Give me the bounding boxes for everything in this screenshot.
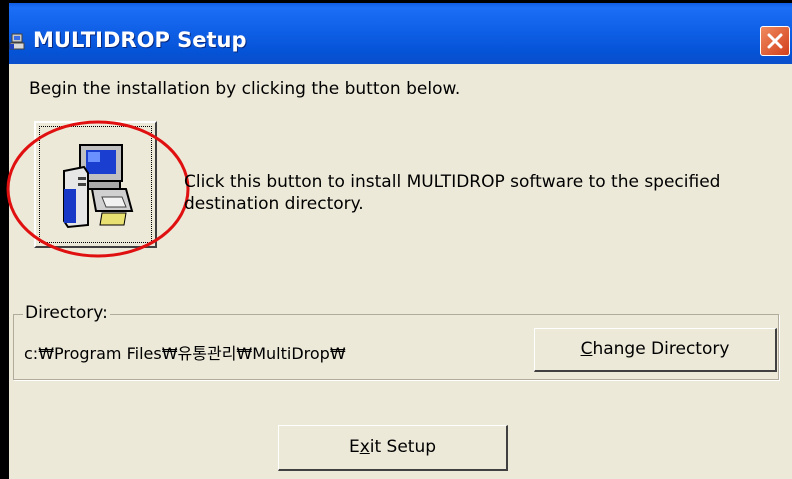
close-button[interactable] [760, 26, 790, 56]
exit-setup-label: it Setup [369, 437, 437, 457]
change-directory-mnemonic: C [580, 339, 593, 359]
exit-setup-button[interactable]: Exit Setup [278, 425, 508, 471]
directory-groupbox: Directory: c:₩Program Files₩유통관리₩MultiDr… [13, 303, 779, 380]
exit-setup-mnemonic: x [359, 437, 370, 457]
exit-setup-prefix: E [348, 437, 360, 457]
window-top-edge [0, 0, 792, 3]
title-bar[interactable]: MULTIDROP Setup [0, 0, 792, 64]
setup-window: MULTIDROP Setup Begin the installation b… [0, 0, 792, 479]
window-title: MULTIDROP Setup [33, 28, 247, 52]
directory-label: Directory: [23, 303, 110, 323]
window-left-border [0, 0, 9, 479]
dialog-body: Begin the installation by clicking the b… [6, 64, 792, 479]
change-directory-button[interactable]: Change Directory [534, 328, 777, 372]
install-button[interactable] [34, 121, 157, 248]
setup-computer-icon [8, 33, 26, 51]
directory-path: c:₩Program Files₩유통관리₩MultiDrop₩ [24, 344, 346, 363]
close-icon [767, 33, 783, 49]
install-description: Click this button to install MULTIDROP s… [184, 172, 721, 214]
computer-install-icon [63, 144, 134, 229]
change-directory-label: hange Directory [592, 339, 730, 359]
instruction-text: Begin the installation by clicking the b… [29, 79, 461, 99]
